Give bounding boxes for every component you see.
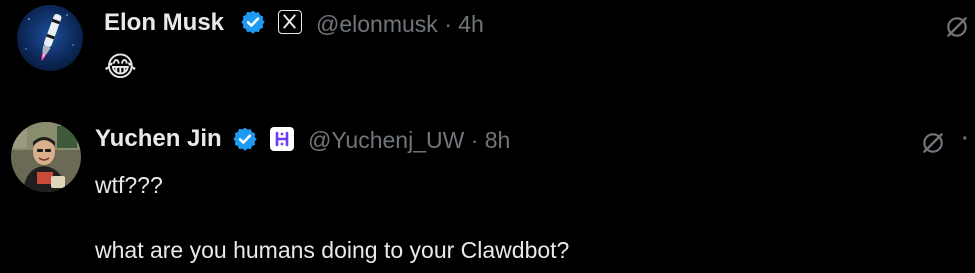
handle[interactable]: @elonmusk · 4h — [316, 11, 484, 38]
handle-text[interactable]: @Yuchenj_UW — [308, 127, 464, 153]
grok-icon[interactable] — [920, 130, 946, 161]
author-name[interactable]: Yuchen Jin — [95, 125, 222, 153]
x-logo-icon — [278, 10, 302, 34]
avatar[interactable] — [17, 5, 83, 71]
hyperbolic-logo-icon — [270, 127, 294, 151]
handle-text[interactable]: @elonmusk — [316, 11, 438, 37]
more-options-icon[interactable]: · — [962, 128, 969, 151]
author-name[interactable]: Elon Musk — [104, 9, 224, 37]
person-avatar-icon — [11, 122, 81, 192]
avatar[interactable] — [11, 122, 81, 192]
separator: · — [470, 127, 479, 153]
tweet-yuchen[interactable]: Yuchen Jin @Yuchenj_UW · 8h · wtf??? wha… — [0, 110, 975, 273]
tweet-text-line2: what are you humans doing to your Clawdb… — [95, 237, 570, 263]
timestamp[interactable]: 4h — [458, 11, 484, 37]
handle[interactable]: @Yuchenj_UW · 8h — [308, 127, 510, 154]
tweet-elon[interactable]: Elon Musk @elonmusk · 4h 😂 — [0, 0, 975, 100]
verified-badge-icon — [240, 9, 266, 40]
verified-badge-icon — [232, 126, 258, 157]
grok-icon[interactable] — [944, 14, 970, 45]
timestamp[interactable]: 8h — [485, 127, 511, 153]
tweet-text: 😂 — [104, 51, 137, 82]
tweet-text-line1: wtf??? — [95, 172, 163, 198]
separator: · — [444, 11, 452, 37]
rocket-avatar-icon — [17, 5, 83, 71]
